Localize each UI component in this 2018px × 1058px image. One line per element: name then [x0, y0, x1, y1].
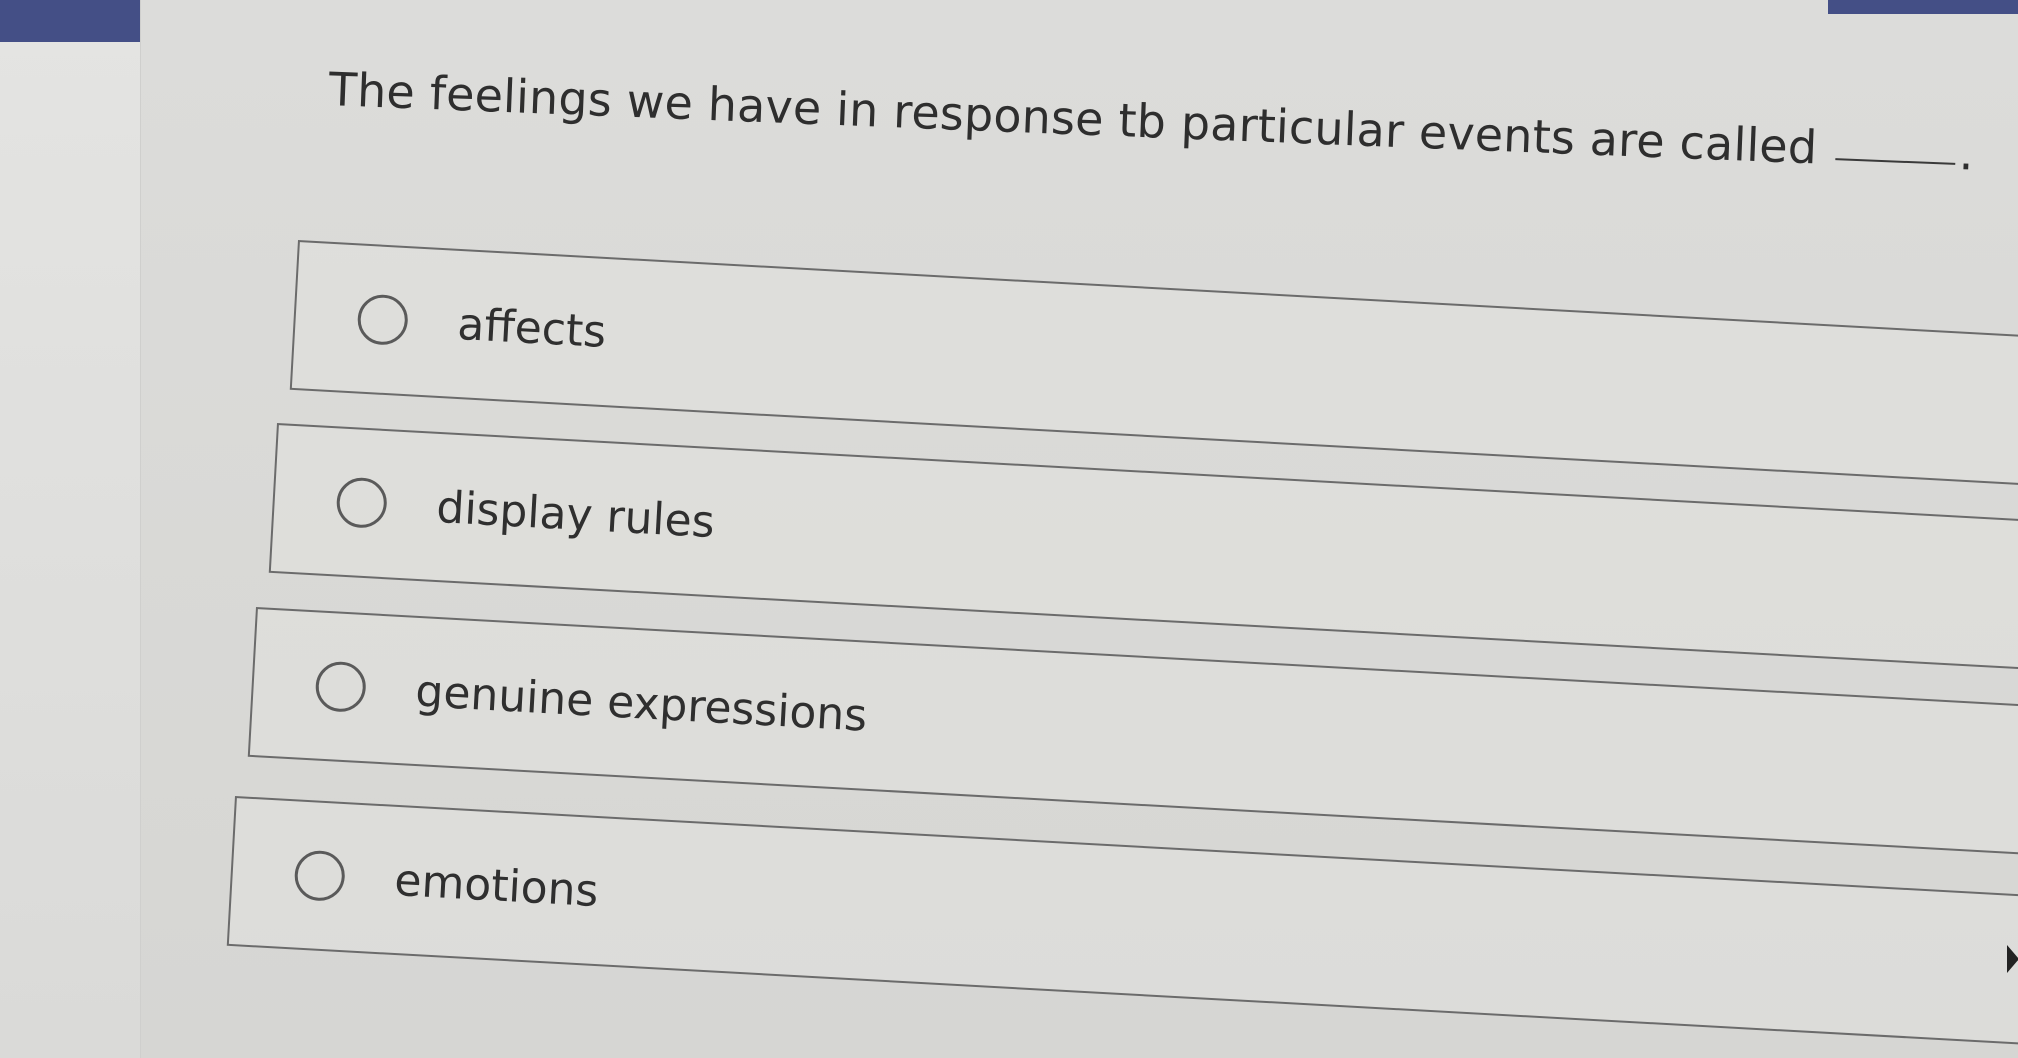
left-rail [0, 0, 141, 1058]
option-label: genuine expressions [414, 665, 869, 742]
option-label: affects [456, 298, 608, 358]
quiz-page: The feelings we have in response tb part… [0, 0, 2018, 1058]
radio-button-icon[interactable] [356, 293, 410, 347]
radio-button-icon[interactable] [293, 849, 347, 903]
header-accent-bar-right [1828, 0, 2018, 14]
answer-blank [1834, 158, 1955, 165]
radio-button-icon[interactable] [335, 476, 389, 530]
option-label: display rules [435, 481, 717, 548]
question-period: . [1958, 126, 1976, 181]
mouse-cursor-icon [2007, 945, 2018, 973]
question-text: The feelings we have in response tb part… [327, 62, 1819, 175]
question-prompt: The feelings we have in response tb part… [328, 62, 1975, 181]
option-label: emotions [393, 854, 600, 917]
header-accent-bar [0, 0, 140, 42]
radio-button-icon[interactable] [314, 660, 368, 714]
